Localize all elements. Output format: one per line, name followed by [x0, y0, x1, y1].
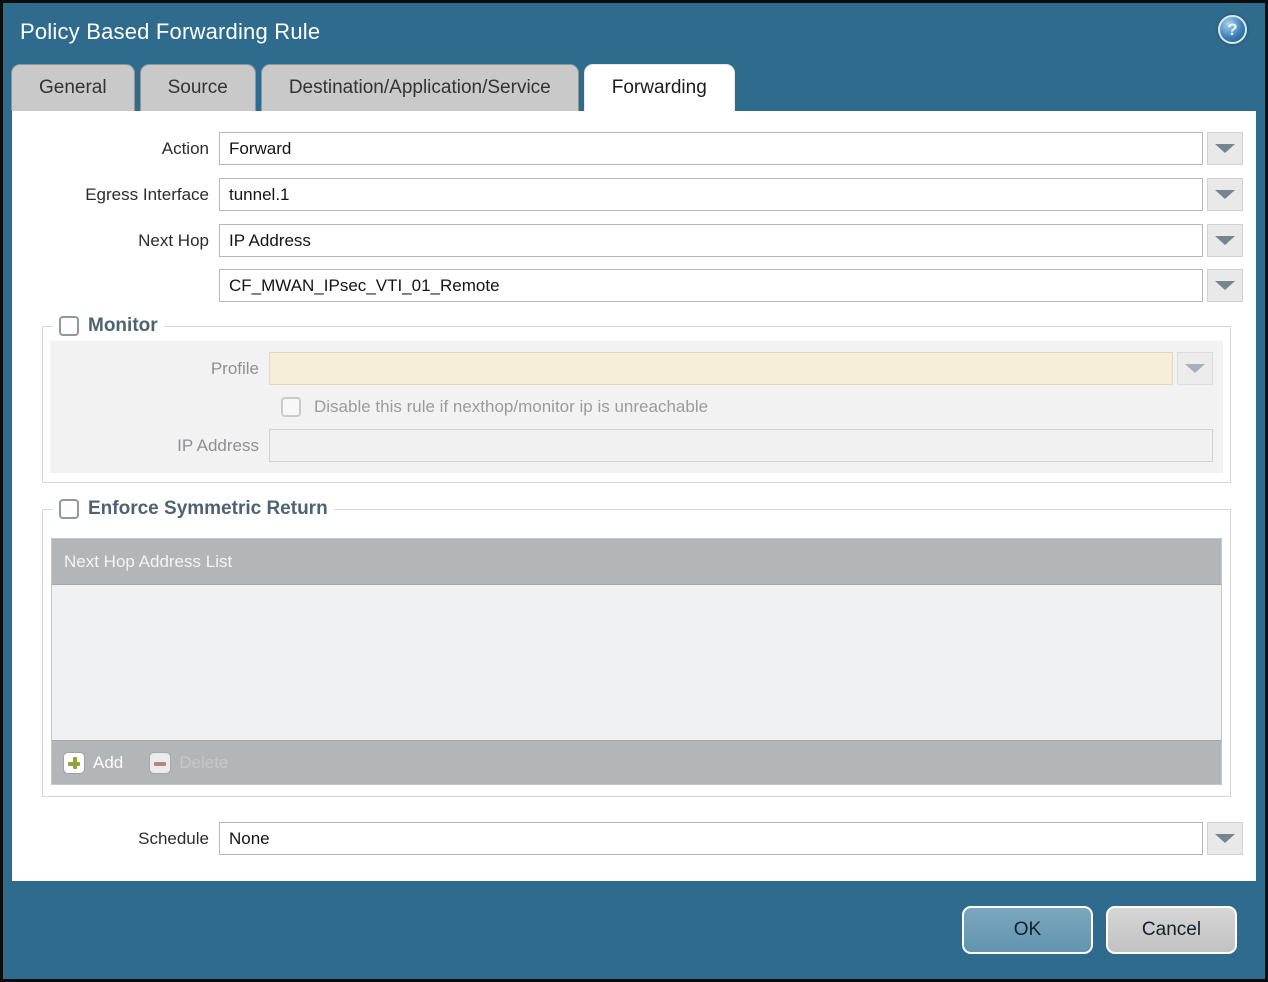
next-hop-address-list-header-label: Next Hop Address List — [64, 551, 233, 571]
schedule-dropdown-button[interactable] — [1207, 822, 1243, 855]
tab-general-label: General — [39, 77, 107, 98]
delete-button[interactable]: Delete — [149, 751, 229, 774]
egress-interface-label: Egress Interface — [85, 184, 209, 204]
chevron-down-icon — [1215, 190, 1235, 199]
monitor-checkbox[interactable] — [59, 316, 79, 336]
disable-rule-row: Disable this rule if nexthop/monitor ip … — [281, 397, 1223, 417]
help-icon[interactable]: ? — [1218, 15, 1247, 44]
dialog-footer: OK Cancel — [3, 881, 1265, 979]
tab-general[interactable]: General — [11, 64, 135, 111]
action-row: Action Forward — [12, 132, 1243, 165]
enforce-symmetric-return-legend: Enforce Symmetric Return — [53, 498, 334, 520]
tab-forwarding[interactable]: Forwarding — [583, 64, 735, 111]
monitor-ip-address-label: IP Address — [177, 435, 259, 455]
enforce-symmetric-return-label: Enforce Symmetric Return — [88, 498, 328, 519]
forwarding-tab-panel: Action Forward Egress Interface tunnel.1… — [12, 111, 1256, 881]
tab-source[interactable]: Source — [139, 64, 256, 111]
profile-row: Profile — [50, 352, 1223, 385]
monitor-legend: Monitor — [53, 315, 164, 337]
disable-rule-checkbox — [281, 397, 301, 417]
add-button-label: Add — [93, 752, 124, 772]
egress-interface-value[interactable]: tunnel.1 — [219, 178, 1203, 211]
action-dropdown[interactable]: Forward — [219, 132, 1243, 165]
tab-strip: General Source Destination/Application/S… — [3, 61, 1265, 111]
page-title: Policy Based Forwarding Rule — [20, 19, 321, 44]
enforce-symmetric-return-checkbox[interactable] — [59, 499, 79, 519]
chevron-down-icon — [1215, 281, 1235, 290]
next-hop-address-row: CF_MWAN_IPsec_VTI_01_Remote — [12, 269, 1243, 302]
dialog-title-bar: Policy Based Forwarding Rule ? — [3, 3, 1265, 61]
ok-button[interactable]: OK — [962, 906, 1093, 954]
help-glyph: ? — [1227, 19, 1238, 39]
cancel-button[interactable]: Cancel — [1106, 906, 1237, 954]
chevron-down-icon — [1215, 236, 1235, 245]
monitor-legend-label: Monitor — [88, 315, 158, 336]
monitor-ip-address-row: IP Address — [50, 429, 1223, 462]
action-label: Action — [161, 138, 209, 158]
profile-value — [269, 352, 1173, 385]
policy-based-forwarding-rule-dialog: Policy Based Forwarding Rule ? General S… — [0, 0, 1268, 982]
delete-button-label: Delete — [179, 752, 229, 772]
next-hop-address-value[interactable]: CF_MWAN_IPsec_VTI_01_Remote — [219, 269, 1203, 302]
egress-interface-row: Egress Interface tunnel.1 — [12, 178, 1243, 211]
next-hop-address-list-table: Next Hop Address List Add Delete — [51, 538, 1222, 785]
next-hop-address-list-header: Next Hop Address List — [52, 539, 1221, 585]
chevron-down-icon — [1185, 364, 1205, 373]
minus-icon — [149, 751, 172, 774]
tab-destination-application-service[interactable]: Destination/Application/Service — [260, 64, 579, 111]
action-value[interactable]: Forward — [219, 132, 1203, 165]
egress-interface-dropdown-button[interactable] — [1207, 178, 1243, 211]
chevron-down-icon — [1215, 834, 1235, 843]
next-hop-address-dropdown[interactable]: CF_MWAN_IPsec_VTI_01_Remote — [219, 269, 1243, 302]
next-hop-address-list-body[interactable] — [52, 585, 1221, 740]
action-dropdown-button[interactable] — [1207, 132, 1243, 165]
next-hop-address-list-toolbar: Add Delete — [52, 740, 1221, 784]
chevron-down-icon — [1215, 144, 1235, 153]
egress-interface-dropdown[interactable]: tunnel.1 — [219, 178, 1243, 211]
next-hop-type-dropdown[interactable]: IP Address — [219, 224, 1243, 257]
schedule-value[interactable]: None — [219, 822, 1203, 855]
monitor-ip-address-input — [269, 429, 1213, 462]
next-hop-type-row: Next Hop IP Address — [12, 224, 1243, 257]
tab-forwarding-label: Forwarding — [611, 77, 707, 98]
profile-label: Profile — [210, 358, 259, 378]
add-button[interactable]: Add — [63, 751, 124, 774]
monitor-panel: Profile Disable this rule if nexthop/mon… — [50, 341, 1223, 473]
next-hop-address-dropdown-button[interactable] — [1207, 269, 1243, 302]
schedule-row: Schedule None — [12, 822, 1243, 855]
tab-source-label: Source — [167, 77, 228, 98]
next-hop-label: Next Hop — [138, 230, 209, 250]
enforce-symmetric-return-section: Enforce Symmetric Return Next Hop Addres… — [42, 498, 1231, 797]
disable-rule-label: Disable this rule if nexthop/monitor ip … — [314, 397, 709, 416]
tab-destination-label: Destination/Application/Service — [288, 77, 551, 98]
monitor-section: Monitor Profile Disable this rule if nex… — [42, 315, 1231, 483]
next-hop-type-dropdown-button[interactable] — [1207, 224, 1243, 257]
plus-icon — [63, 751, 85, 774]
profile-dropdown-button — [1177, 352, 1213, 385]
next-hop-type-value[interactable]: IP Address — [219, 224, 1203, 257]
schedule-dropdown[interactable]: None — [219, 822, 1243, 855]
profile-dropdown — [269, 352, 1213, 385]
schedule-label: Schedule — [138, 828, 209, 848]
